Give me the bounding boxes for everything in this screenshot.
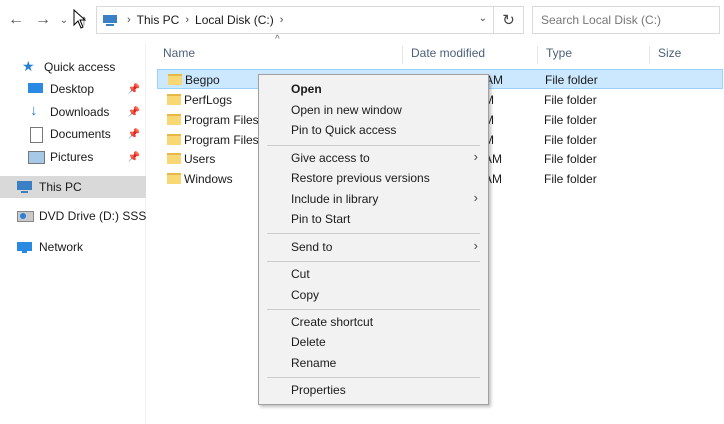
menu-item-pin-start[interactable]: Pin to Start xyxy=(259,209,488,229)
refresh-icon[interactable]: ↻ xyxy=(493,7,523,33)
sidebar-item-label: Desktop xyxy=(50,82,95,96)
menu-item-include-library[interactable]: Include in library › xyxy=(259,189,488,209)
folder-icon xyxy=(167,134,181,145)
sidebar-item-documents[interactable]: Documents 📌 xyxy=(0,123,146,145)
folder-icon xyxy=(167,173,181,184)
sidebar-item-quick-access[interactable]: Quick access xyxy=(0,56,146,78)
menu-separator xyxy=(267,309,480,310)
submenu-arrow-icon: › xyxy=(473,238,478,253)
breadcrumb-this-pc[interactable]: This PC xyxy=(137,13,180,27)
navigation-bar: ← → ⌄ ↑ › This PC › Local Disk (C:) › ⌄ … xyxy=(0,0,724,40)
breadcrumb-chevron-icon[interactable]: › xyxy=(185,14,189,26)
menu-item-send-to[interactable]: Send to › xyxy=(259,237,488,257)
folder-icon xyxy=(167,94,181,105)
folder-icon xyxy=(167,153,181,164)
column-size[interactable]: Size xyxy=(649,46,719,64)
menu-item-cut[interactable]: Cut xyxy=(259,264,488,284)
navigation-pane: Quick access Desktop 📌 Downloads 📌 Docum… xyxy=(0,44,146,424)
menu-item-pin-quick-access[interactable]: Pin to Quick access xyxy=(259,120,488,140)
menu-item-open[interactable]: Open xyxy=(259,79,488,99)
file-type: File folder xyxy=(544,172,597,186)
sidebar-item-pictures[interactable]: Pictures 📌 xyxy=(0,146,146,168)
sidebar-item-label: Documents xyxy=(50,127,111,141)
menu-separator xyxy=(267,377,480,378)
menu-separator xyxy=(267,145,480,146)
menu-item-copy[interactable]: Copy xyxy=(259,285,488,305)
sidebar-item-label: Downloads xyxy=(50,105,110,119)
forward-arrow-icon[interactable]: → xyxy=(33,10,53,30)
context-menu: Open Open in new window Pin to Quick acc… xyxy=(258,74,489,405)
menu-separator xyxy=(267,233,480,234)
star-icon xyxy=(22,58,38,75)
sidebar-item-network[interactable]: Network xyxy=(0,236,146,258)
folder-icon xyxy=(167,114,181,125)
folder-icon xyxy=(168,74,182,85)
column-name[interactable]: Name xyxy=(155,46,402,64)
menu-item-open-new-window[interactable]: Open in new window xyxy=(259,100,488,120)
pin-icon[interactable]: 📌 xyxy=(128,107,140,118)
pin-icon[interactable]: 📌 xyxy=(128,152,140,163)
file-type: File folder xyxy=(544,113,597,127)
sidebar-item-label: This PC xyxy=(39,180,82,194)
menu-separator xyxy=(267,261,480,262)
sidebar-item-downloads[interactable]: Downloads 📌 xyxy=(0,101,146,123)
menu-item-give-access[interactable]: Give access to › xyxy=(259,148,488,168)
submenu-arrow-icon: › xyxy=(473,190,478,205)
breadcrumb-chevron-icon[interactable]: › xyxy=(127,14,131,26)
search-input[interactable]: Search Local Disk (C:) xyxy=(532,6,720,34)
pictures-icon xyxy=(28,150,45,164)
pin-icon[interactable]: 📌 xyxy=(128,84,140,95)
menu-item-label: Send to xyxy=(291,240,333,254)
file-name: Program Files xyxy=(184,113,259,127)
column-header: ^ Name Date modified Type Size xyxy=(155,34,724,66)
file-name: Begpo xyxy=(185,73,220,87)
menu-item-delete[interactable]: Delete xyxy=(259,332,488,352)
documents-icon xyxy=(28,127,44,143)
breadcrumb-local-disk[interactable]: Local Disk (C:) xyxy=(195,13,274,27)
file-type: File folder xyxy=(545,73,598,87)
dvd-drive-icon xyxy=(17,209,34,223)
column-date-modified[interactable]: Date modified xyxy=(402,46,537,64)
address-dropdown-icon[interactable]: ⌄ xyxy=(479,13,487,24)
address-bar[interactable]: › This PC › Local Disk (C:) › ⌄ ↻ xyxy=(96,6,524,34)
pin-icon[interactable]: 📌 xyxy=(128,129,140,140)
desktop-icon xyxy=(28,82,44,96)
download-icon xyxy=(28,102,44,119)
search-placeholder: Search Local Disk (C:) xyxy=(541,13,662,27)
menu-item-restore-versions[interactable]: Restore previous versions xyxy=(259,168,488,188)
file-type: File folder xyxy=(544,93,597,107)
file-type: File folder xyxy=(544,133,597,147)
sidebar-item-label: DVD Drive (D:) SSS_X6 xyxy=(39,209,146,223)
menu-item-rename[interactable]: Rename xyxy=(259,353,488,373)
sidebar-item-label: Quick access xyxy=(44,60,116,74)
menu-item-create-shortcut[interactable]: Create shortcut xyxy=(259,312,488,332)
sidebar-item-label: Network xyxy=(39,240,84,254)
breadcrumb-chevron-icon[interactable]: › xyxy=(280,14,284,26)
file-name: Program Files ( xyxy=(184,133,267,147)
sidebar-item-desktop[interactable]: Desktop 📌 xyxy=(0,78,146,100)
back-arrow-icon[interactable]: ← xyxy=(6,10,26,30)
menu-item-label: Include in library xyxy=(291,192,379,206)
sort-ascending-icon: ^ xyxy=(275,34,280,45)
file-name: Windows xyxy=(184,172,233,186)
network-icon xyxy=(17,240,33,254)
menu-item-label: Give access to xyxy=(291,151,370,165)
sidebar-item-label: Pictures xyxy=(50,150,94,164)
sidebar-item-this-pc[interactable]: This PC xyxy=(0,176,146,198)
file-type: File folder xyxy=(544,152,597,166)
file-name: Users xyxy=(184,152,216,166)
column-type[interactable]: Type xyxy=(537,46,649,64)
file-name: PerfLogs xyxy=(184,93,233,107)
mouse-cursor-icon xyxy=(73,9,87,29)
sidebar-item-dvd-drive[interactable]: DVD Drive (D:) SSS_X6 xyxy=(0,205,146,227)
submenu-arrow-icon: › xyxy=(473,149,478,164)
computer-icon xyxy=(103,14,121,26)
recent-locations-chevron-icon[interactable]: ⌄ xyxy=(58,10,70,30)
computer-icon xyxy=(17,180,33,194)
menu-item-properties[interactable]: Properties xyxy=(259,380,488,400)
